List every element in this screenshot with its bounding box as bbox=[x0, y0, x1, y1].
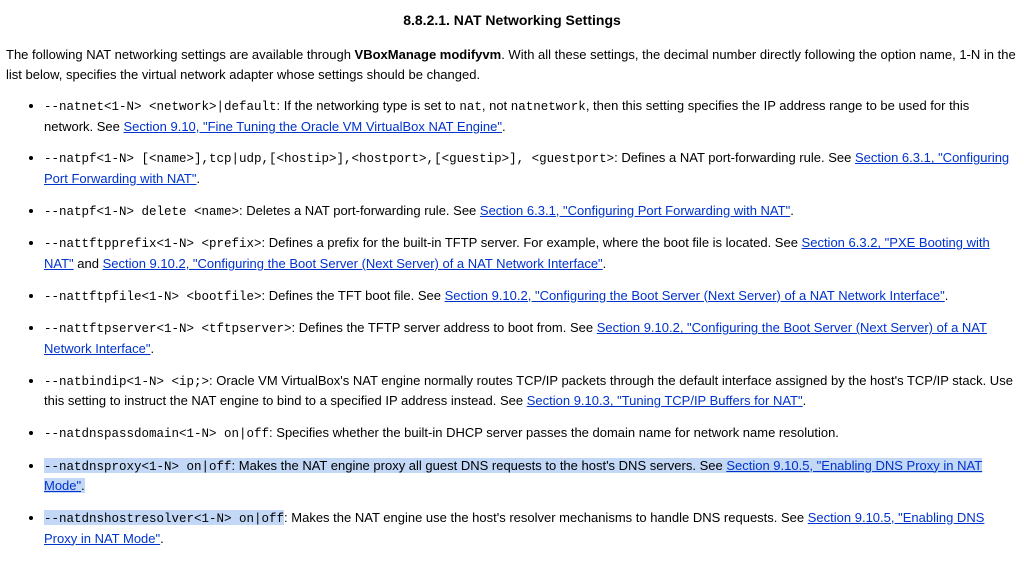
desc-text: : Specifies whether the built-in DHCP se… bbox=[269, 425, 839, 440]
list-item: --natpf<1-N> [<name>],tcp|udp,[<hostip>]… bbox=[44, 148, 1018, 188]
desc-text: : Defines a prefix for the built-in TFTP… bbox=[262, 235, 802, 250]
option-code: --natdnsproxy<1-N> on|off bbox=[44, 460, 232, 474]
option-code: --nattftpfile<1-N> <bootfile> bbox=[44, 290, 262, 304]
desc-text: : Defines a NAT port-forwarding rule. Se… bbox=[614, 150, 855, 165]
inline-code: nat bbox=[459, 100, 482, 114]
list-item: --nattftpserver<1-N> <tftpserver>: Defin… bbox=[44, 318, 1018, 358]
option-code: --natpf<1-N> delete <name> bbox=[44, 205, 239, 219]
list-item: --nattftpfile<1-N> <bootfile>: Defines t… bbox=[44, 286, 1018, 307]
desc-text: : Makes the NAT engine use the host's re… bbox=[284, 510, 808, 525]
xref-link[interactable]: Section 9.10.2, "Configuring the Boot Se… bbox=[103, 256, 603, 271]
intro-command-bold: VBoxManage modifyvm bbox=[355, 47, 502, 62]
settings-list: --natnet<1-N> <network>|default: If the … bbox=[6, 96, 1018, 548]
desc-text: : Deletes a NAT port-forwarding rule. Se… bbox=[239, 203, 480, 218]
desc-text: . bbox=[603, 256, 607, 271]
section-heading: 8.8.2.1. NAT Networking Settings bbox=[6, 10, 1018, 31]
inline-code: natnetwork bbox=[511, 100, 586, 114]
xref-link[interactable]: Section 9.10.2, "Configuring the Boot Se… bbox=[445, 288, 945, 303]
desc-text: . bbox=[502, 119, 506, 134]
desc-text: . bbox=[803, 393, 807, 408]
xref-link[interactable]: Section 9.10, "Fine Tuning the Oracle VM… bbox=[124, 119, 503, 134]
option-code: --nattftpserver<1-N> <tftpserver> bbox=[44, 322, 292, 336]
highlighted-text: --natdnshostresolver<1-N> on|off bbox=[44, 510, 284, 525]
list-item: --natdnshostresolver<1-N> on|off: Makes … bbox=[44, 508, 1018, 548]
desc-text: . bbox=[945, 288, 949, 303]
option-code: --nattftpprefix<1-N> <prefix> bbox=[44, 237, 262, 251]
list-item: --natbindip<1-N> <ip;>: Oracle VM Virtua… bbox=[44, 371, 1018, 411]
list-item: --nattftpprefix<1-N> <prefix>: Defines a… bbox=[44, 233, 1018, 273]
list-item: --natnet<1-N> <network>|default: If the … bbox=[44, 96, 1018, 136]
xref-link[interactable]: Section 9.10.3, "Tuning TCP/IP Buffers f… bbox=[527, 393, 803, 408]
desc-text: : Defines the TFTP server address to boo… bbox=[292, 320, 597, 335]
desc-text: . bbox=[160, 531, 164, 546]
desc-text: . bbox=[790, 203, 794, 218]
list-item: --natdnsproxy<1-N> on|off: Makes the NAT… bbox=[44, 456, 1018, 496]
option-code: --natdnspassdomain<1-N> on|off bbox=[44, 427, 269, 441]
desc-text: : Makes the NAT engine proxy all guest D… bbox=[232, 458, 727, 473]
option-code: --natnet<1-N> <network>|default bbox=[44, 100, 277, 114]
option-code: --natdnshostresolver<1-N> on|off bbox=[44, 512, 284, 526]
intro-text-pre: The following NAT networking settings ar… bbox=[6, 47, 355, 62]
intro-paragraph: The following NAT networking settings ar… bbox=[6, 45, 1018, 84]
desc-text: . bbox=[196, 171, 200, 186]
desc-text: : If the networking type is set to bbox=[277, 98, 460, 113]
highlighted-text: --natdnsproxy<1-N> on|off: Makes the NAT… bbox=[44, 458, 982, 494]
desc-text: , not bbox=[482, 98, 511, 113]
desc-text: . bbox=[81, 478, 85, 493]
option-code: --natbindip<1-N> <ip;> bbox=[44, 375, 209, 389]
option-code: --natpf<1-N> [<name>],tcp|udp,[<hostip>]… bbox=[44, 152, 614, 166]
desc-text: . bbox=[151, 341, 155, 356]
list-item: --natpf<1-N> delete <name>: Deletes a NA… bbox=[44, 201, 1018, 222]
xref-link[interactable]: Section 6.3.1, "Configuring Port Forward… bbox=[480, 203, 790, 218]
desc-text: and bbox=[74, 256, 103, 271]
desc-text: : Defines the TFT boot file. See bbox=[262, 288, 445, 303]
list-item: --natdnspassdomain<1-N> on|off: Specifie… bbox=[44, 423, 1018, 444]
